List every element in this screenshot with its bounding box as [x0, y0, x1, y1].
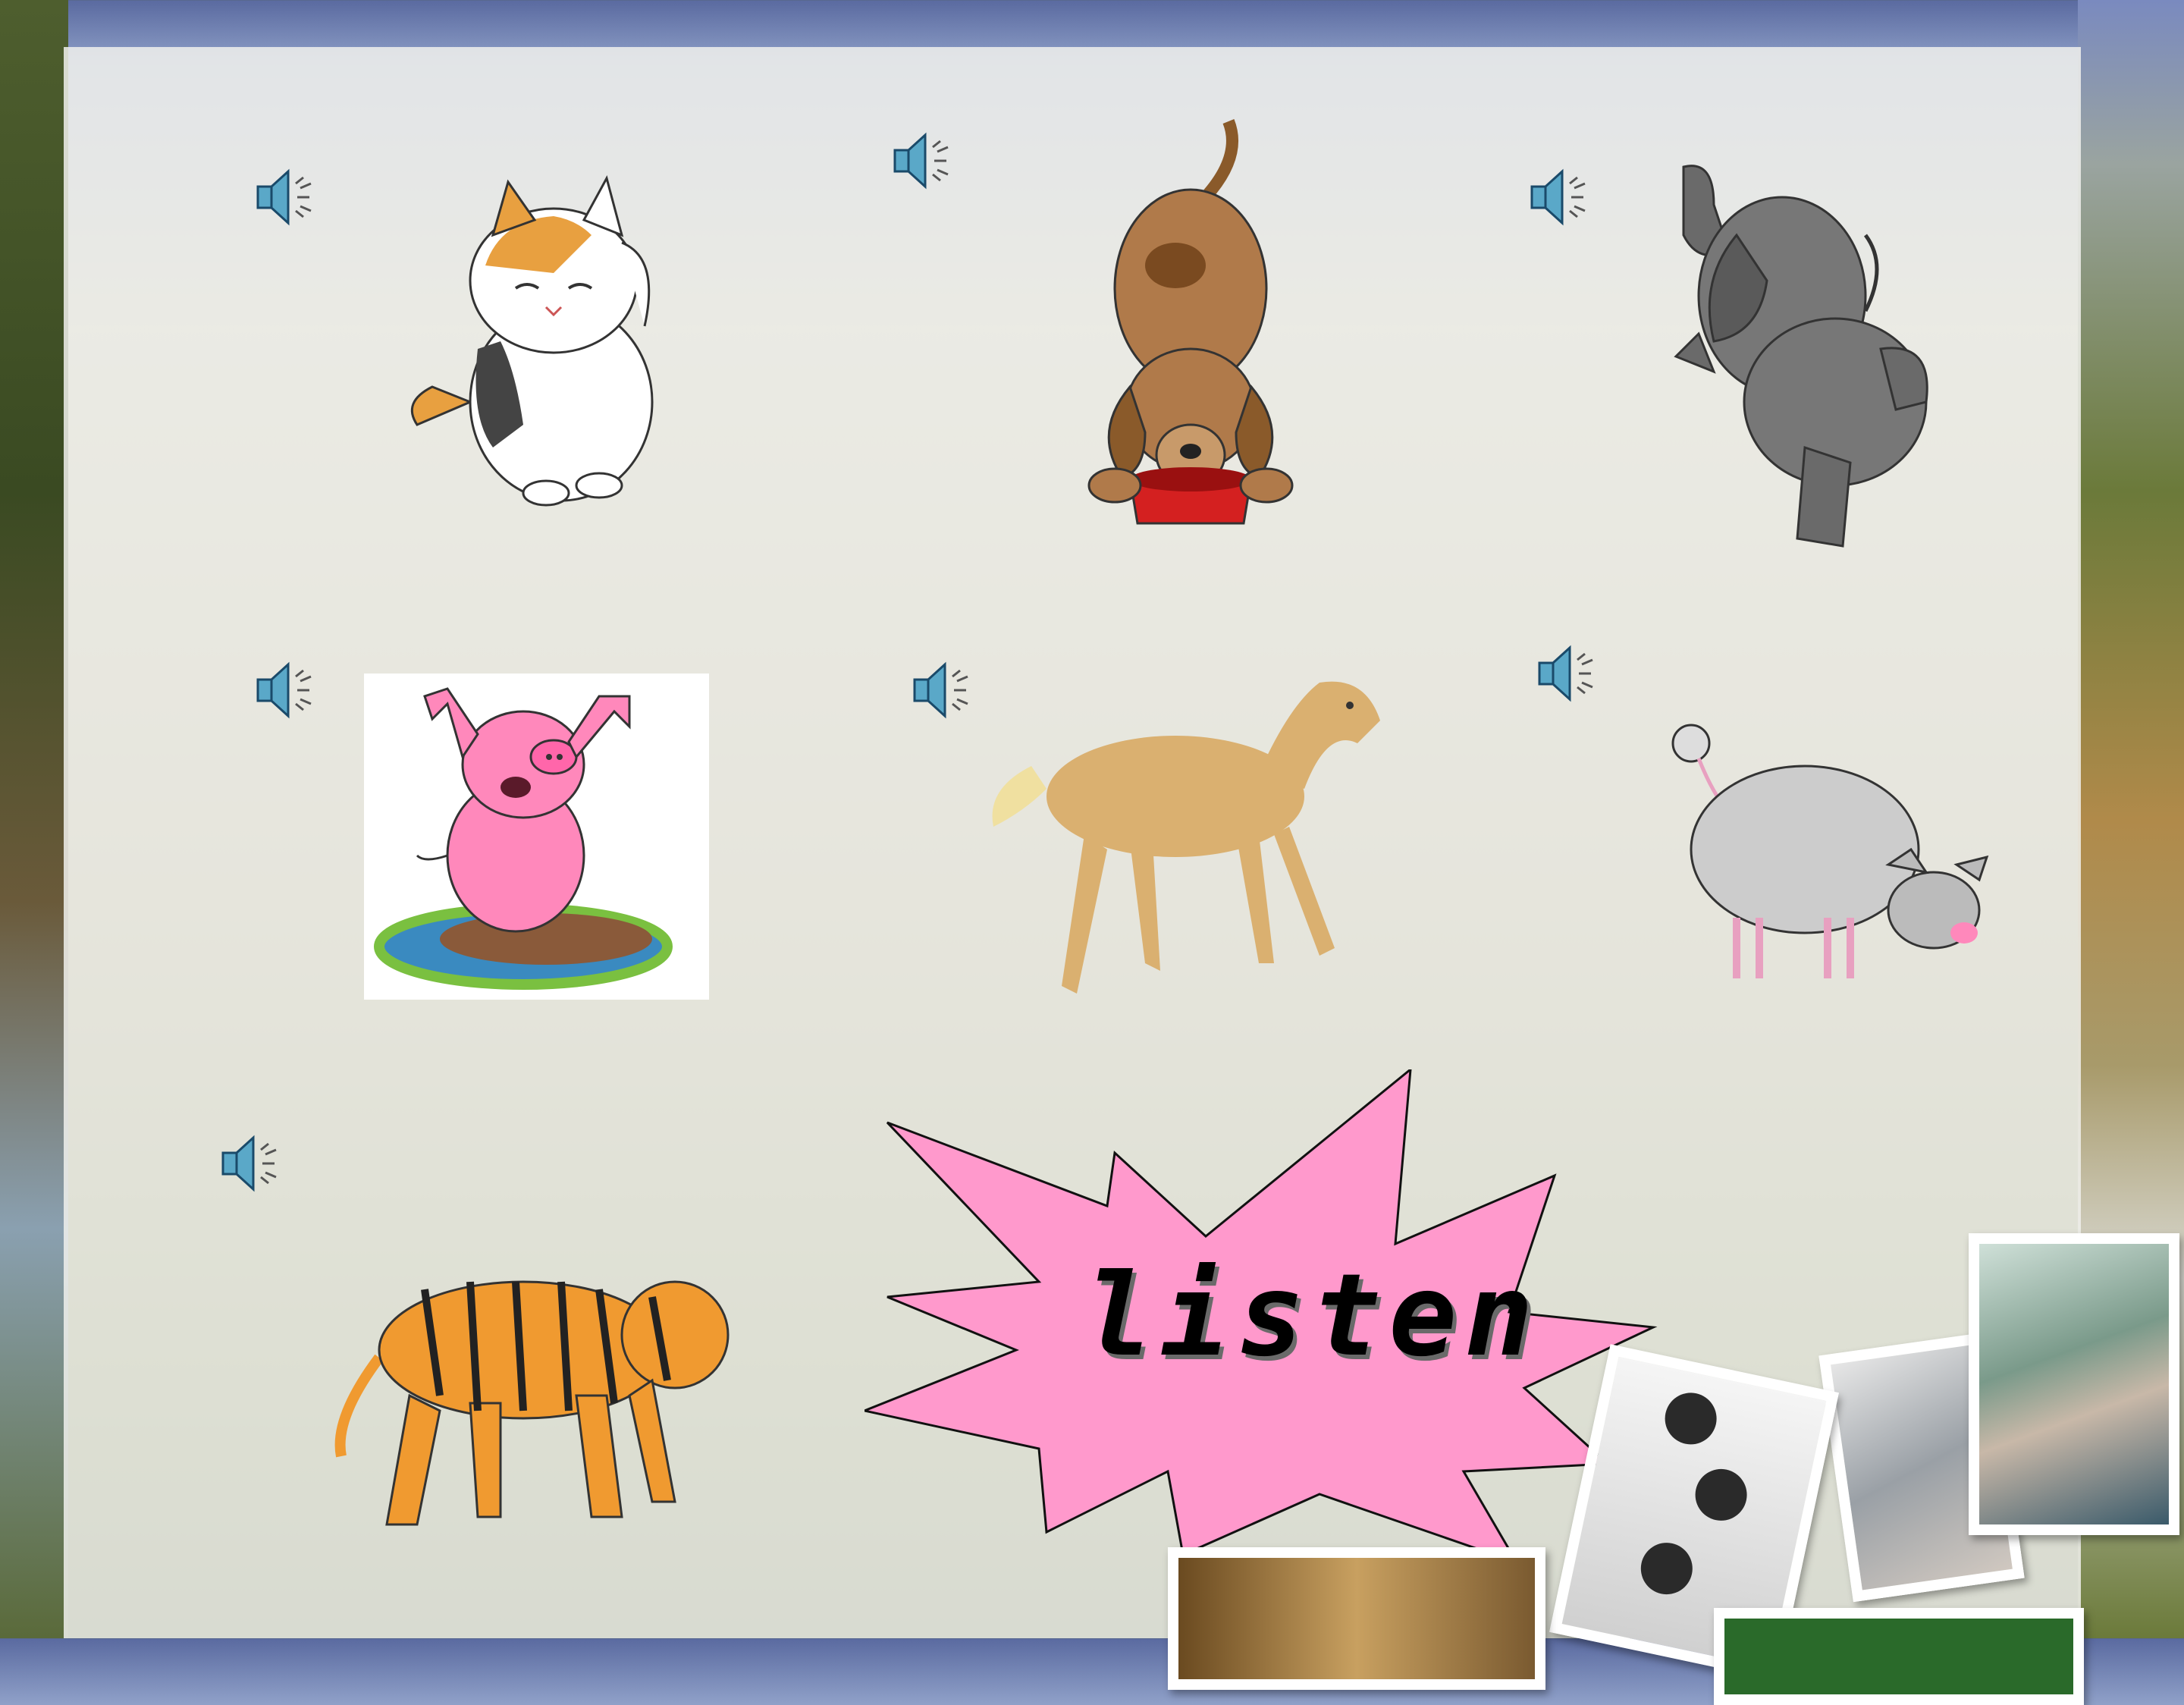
speaker-icon[interactable]	[907, 654, 980, 727]
photo-lions	[1168, 1547, 1545, 1690]
listen-label[interactable]: listen	[1084, 1251, 1533, 1380]
speaker-icon[interactable]	[887, 124, 960, 197]
cat-image[interactable]	[402, 174, 690, 508]
photo-green	[1714, 1608, 2084, 1705]
speaker-icon[interactable]	[250, 161, 323, 234]
sheep-image[interactable]	[1668, 721, 2002, 986]
photo-girl-dog	[1969, 1233, 2179, 1535]
speaker-icon[interactable]	[1524, 161, 1597, 234]
tiger-image[interactable]	[334, 1244, 758, 1532]
horse-image[interactable]	[986, 660, 1410, 1001]
pig-image[interactable]	[364, 674, 709, 1000]
elephant-image[interactable]	[1668, 159, 1956, 554]
dog-image[interactable]	[1069, 114, 1312, 531]
speaker-icon[interactable]	[1532, 637, 1605, 710]
speaker-icon[interactable]	[215, 1127, 288, 1200]
speaker-icon[interactable]	[250, 654, 323, 727]
background-jungle-left	[0, 0, 68, 1638]
